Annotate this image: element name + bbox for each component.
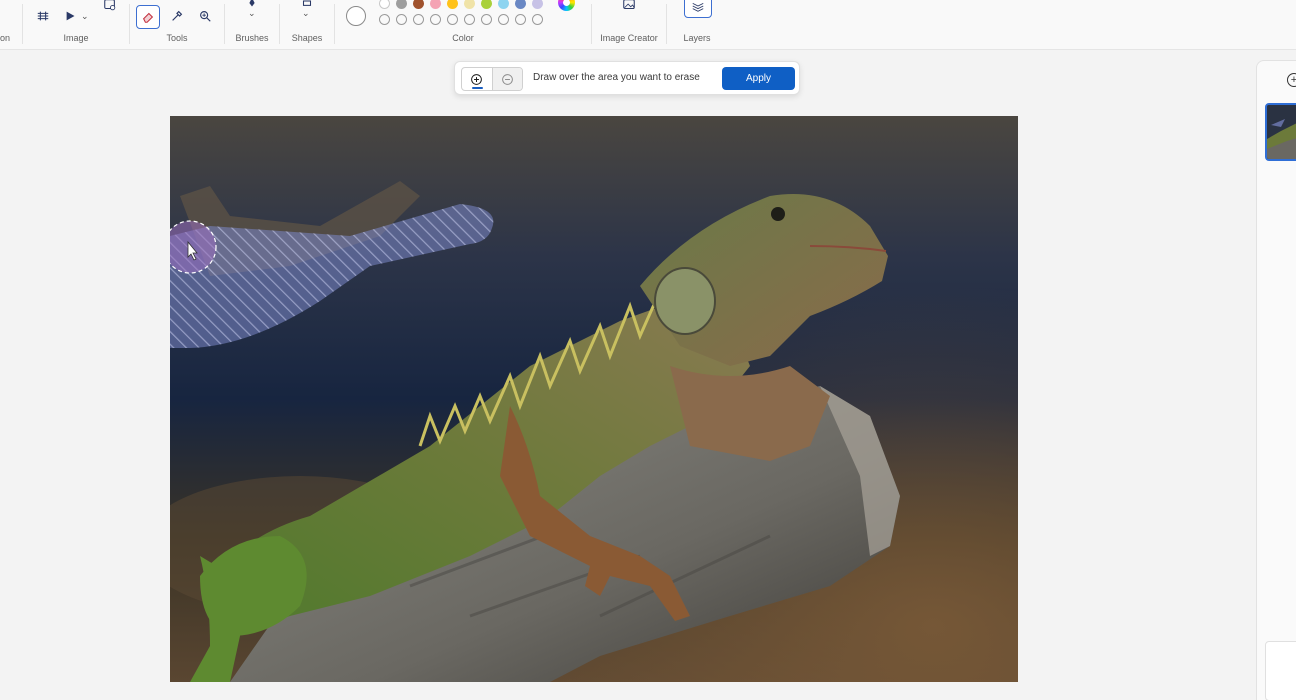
color-swatch[interactable] — [396, 0, 407, 9]
color-swatch[interactable] — [464, 0, 475, 9]
divider — [334, 4, 335, 44]
chevron-down-icon[interactable]: ⌄ — [248, 8, 256, 19]
drawing-canvas[interactable] — [170, 116, 1018, 682]
group-color-label: Color — [452, 33, 474, 43]
group-shapes-label: Shapes — [291, 33, 323, 43]
image-creator-icon — [623, 0, 635, 10]
divider — [591, 4, 592, 44]
image-icon — [104, 0, 116, 11]
apply-button[interactable]: Apply — [722, 67, 795, 90]
empty-color-slot[interactable] — [379, 14, 390, 25]
color-swatch[interactable] — [413, 0, 424, 9]
divider — [279, 4, 280, 44]
divider — [666, 4, 667, 44]
resize-button[interactable] — [32, 5, 54, 27]
empty-color-slot[interactable] — [396, 14, 407, 25]
erase-mode-toggle — [461, 67, 523, 91]
empty-color-slot[interactable] — [532, 14, 543, 25]
layer-preview — [1267, 105, 1296, 159]
color-swatch[interactable] — [498, 0, 509, 9]
minus-circle-icon — [502, 73, 513, 85]
group-brushes[interactable]: ⌄ Brushes — [226, 0, 278, 50]
group-partial-label: on — [0, 33, 11, 43]
empty-color-slot[interactable] — [515, 14, 526, 25]
layer-thumbnail-background[interactable] — [1265, 641, 1296, 700]
color-swatch[interactable] — [430, 0, 441, 9]
color-wheel-icon[interactable] — [558, 0, 575, 11]
group-partial: on — [0, 0, 18, 50]
color-swatch[interactable] — [379, 0, 390, 9]
image-options-button[interactable] — [99, 0, 121, 16]
color-picker-button[interactable] — [166, 5, 188, 27]
group-brushes-label: Brushes — [235, 33, 269, 43]
add-layer-icon[interactable]: + — [1287, 73, 1296, 87]
layers-button[interactable] — [684, 0, 712, 18]
eraser-button[interactable] — [136, 5, 160, 29]
empty-color-slot[interactable] — [413, 14, 424, 25]
shape-icon — [302, 0, 312, 6]
layers-icon — [692, 2, 704, 12]
color-swatch[interactable] — [447, 0, 458, 9]
zoom-icon — [200, 11, 211, 22]
primary-color-swatch[interactable] — [346, 6, 366, 26]
eraser-icon — [142, 12, 154, 23]
layer-thumbnail[interactable] — [1265, 103, 1296, 161]
group-image-creator[interactable]: Image Creator — [593, 0, 665, 50]
group-tools: Tools — [131, 0, 223, 50]
empty-color-slot[interactable] — [481, 14, 492, 25]
add-area-button[interactable] — [462, 68, 492, 90]
group-layers-label: Layers — [683, 33, 711, 43]
group-shapes[interactable]: ⌄ Shapes — [281, 0, 333, 50]
group-image-label: Image — [63, 33, 89, 43]
group-color: Color — [336, 0, 590, 50]
ribbon-toolbar: on ⌄ Image Tools ⌄ Brushes ⌄ Shapes Colo… — [0, 0, 1296, 50]
empty-color-slot[interactable] — [447, 14, 458, 25]
rotate-button[interactable] — [60, 5, 82, 27]
chevron-down-icon[interactable]: ⌄ — [81, 11, 89, 22]
group-image: ⌄ Image — [26, 0, 126, 50]
plus-circle-icon — [471, 73, 483, 85]
empty-color-slot[interactable] — [430, 14, 441, 25]
group-layers[interactable]: Layers — [668, 0, 726, 50]
color-swatch[interactable] — [515, 0, 526, 9]
erase-instruction: Draw over the area you want to erase — [533, 72, 700, 83]
resize-icon — [37, 11, 49, 21]
chevron-down-icon[interactable]: ⌄ — [302, 8, 310, 19]
remove-area-button[interactable] — [491, 68, 522, 90]
layers-panel: + — [1256, 60, 1296, 700]
canvas-image — [170, 116, 1018, 682]
empty-color-slot[interactable] — [464, 14, 475, 25]
color-swatch[interactable] — [481, 0, 492, 9]
divider — [22, 4, 23, 44]
group-image-creator-label: Image Creator — [600, 33, 658, 43]
flip-icon — [66, 11, 75, 21]
empty-color-slot[interactable] — [498, 14, 509, 25]
divider — [224, 4, 225, 44]
color-swatch[interactable] — [532, 0, 543, 9]
image-creator-button[interactable] — [618, 0, 640, 16]
erase-toolbar: Draw over the area you want to erase App… — [454, 61, 800, 95]
magnifier-button[interactable] — [194, 5, 216, 27]
group-tools-label: Tools — [166, 33, 188, 43]
divider — [129, 4, 130, 44]
eyedropper-icon — [172, 10, 183, 21]
